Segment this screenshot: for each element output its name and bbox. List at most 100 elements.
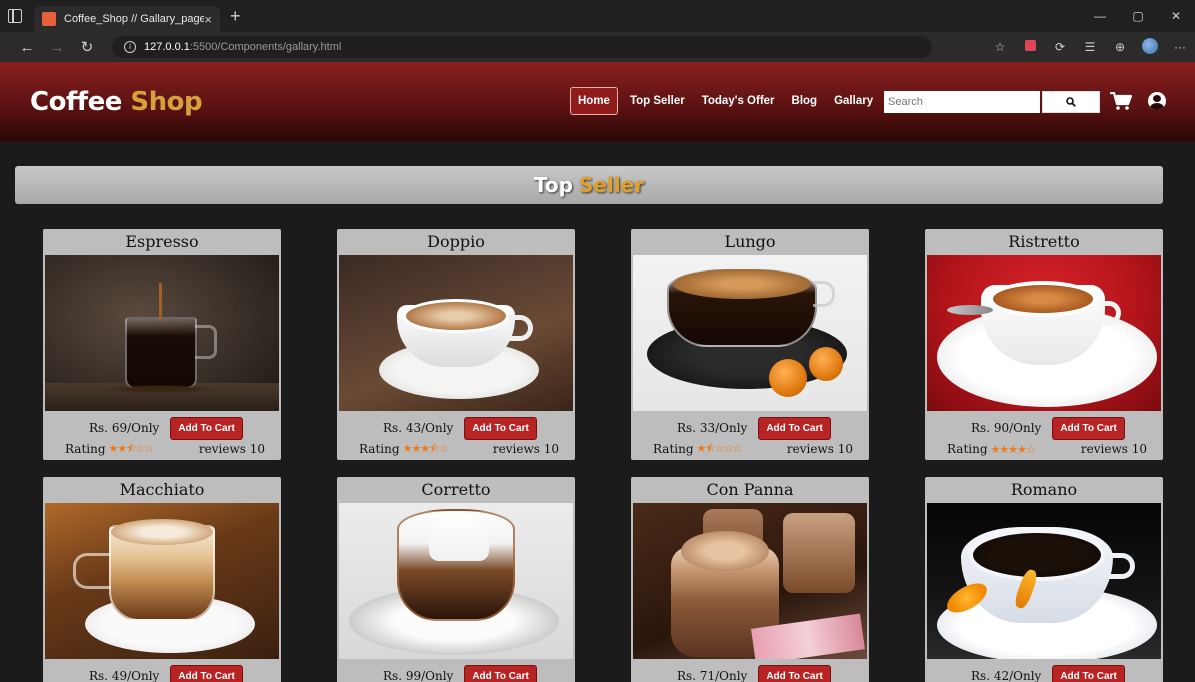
url-path: :5500/Components/gallary.html [189, 41, 342, 53]
collections-icon[interactable]: ⊕ [1105, 40, 1135, 54]
product-name: Espresso [125, 232, 199, 251]
close-window-icon[interactable]: ✕ [1157, 9, 1195, 23]
rating-label: Rating [65, 442, 106, 456]
tab-close-icon[interactable]: × [204, 12, 212, 27]
reviews-count: reviews 10 [786, 442, 853, 456]
add-to-cart-button[interactable]: Add To Cart [170, 416, 243, 440]
toolbar-icons: ☆ ⟳ ☰ ⊕ ··· [985, 37, 1195, 57]
address-bar-row: ← → ↻ i 127.0.0.1:5500/Components/gallar… [0, 32, 1195, 62]
main-nav: Home Top Seller Today's Offer Blog Galla… [570, 87, 890, 115]
logo-accent-text: Shop [130, 86, 203, 117]
price-row: Rs. 43/Only Add To Cart [337, 416, 575, 440]
product-name: Macchiato [119, 480, 205, 499]
add-to-cart-button[interactable]: Add To Cart [170, 664, 243, 682]
product-price: Rs. 99/Only [383, 669, 454, 682]
rating-row: Rating ★★★⯪☆ reviews 10 [337, 441, 575, 457]
logo-main-text: Coffee [30, 86, 122, 117]
more-menu-icon[interactable]: ··· [1165, 40, 1195, 54]
add-to-cart-button[interactable]: Add To Cart [1052, 664, 1125, 682]
nav-todays-offer[interactable]: Today's Offer [702, 95, 775, 107]
new-tab-icon[interactable]: + [230, 6, 241, 27]
profile-globe-icon[interactable] [1135, 37, 1165, 57]
product-name: Romano [1010, 480, 1078, 499]
doppio-image [339, 255, 573, 411]
add-to-cart-button[interactable]: Add To Cart [464, 664, 537, 682]
restore-icon[interactable]: ▢ [1119, 9, 1157, 23]
ristretto-image [927, 255, 1161, 411]
favorite-star-icon[interactable]: ☆ [985, 40, 1015, 54]
window-controls: — ▢ ✕ [1081, 0, 1195, 32]
nav-gallary[interactable]: Gallary [834, 95, 873, 107]
gallery-content: Top Seller Espresso Rs. 69/Only Add To C… [0, 142, 1195, 682]
rating-row: Rating ★⯪☆☆☆ reviews 10 [631, 441, 869, 457]
extensions-icon[interactable]: ⟳ [1045, 40, 1075, 54]
product-price: Rs. 69/Only [89, 421, 160, 435]
search-input[interactable] [884, 91, 1040, 113]
product-price: Rs. 43/Only [383, 421, 454, 435]
product-card-lungo: Lungo Rs. 33/Only Add To Cart Rating ★⯪☆… [631, 229, 869, 460]
product-name: Lungo [724, 232, 776, 251]
url-host: 127.0.0.1 [144, 41, 190, 53]
cart-icon[interactable] [1110, 92, 1132, 110]
section-heading: Top Seller [15, 166, 1163, 204]
add-to-cart-button[interactable]: Add To Cart [464, 416, 537, 440]
url-field[interactable]: i 127.0.0.1:5500/Components/gallary.html [112, 36, 932, 58]
rating-row: Rating ★★⯪☆☆ reviews 10 [43, 441, 281, 457]
forward-icon[interactable]: → [42, 39, 72, 56]
nav-top-seller[interactable]: Top Seller [630, 95, 685, 107]
rating-stars-icon: ★★★★☆ [990, 442, 1036, 456]
lungo-image [633, 255, 867, 411]
minimize-icon[interactable]: — [1081, 9, 1119, 23]
price-row: Rs. 99/Only Add To Cart [337, 664, 575, 682]
product-price: Rs. 42/Only [971, 669, 1042, 682]
product-card-romano: Romano Rs. 42/Only Add To Cart [925, 477, 1163, 682]
pocket-extension-icon[interactable] [1015, 40, 1045, 54]
back-icon[interactable]: ← [12, 39, 42, 56]
add-to-cart-button[interactable]: Add To Cart [758, 416, 831, 440]
tab-actions-icon[interactable] [8, 9, 22, 23]
site-info-icon[interactable]: i [124, 41, 136, 53]
rating-stars-icon: ★⯪☆☆☆ [696, 441, 743, 455]
tab-title: Coffee_Shop // Gallary_page [64, 13, 205, 25]
refresh-icon[interactable]: ↻ [72, 38, 102, 56]
price-row: Rs. 69/Only Add To Cart [43, 416, 281, 440]
product-card-ristretto: Ristretto Rs. 90/Only Add To Cart Rating… [925, 229, 1163, 460]
product-name: Ristretto [1008, 232, 1080, 251]
nav-blog[interactable]: Blog [792, 95, 818, 107]
con-panna-image [633, 503, 867, 659]
reviews-count: reviews 10 [1080, 442, 1147, 456]
reviews-count: reviews 10 [198, 442, 265, 456]
price-row: Rs. 49/Only Add To Cart [43, 664, 281, 682]
product-card-doppio: Doppio Rs. 43/Only Add To Cart Rating ★★… [337, 229, 575, 460]
product-grid: Espresso Rs. 69/Only Add To Cart Rating … [43, 229, 1163, 682]
macchiato-image [45, 503, 279, 659]
nav-home[interactable]: Home [570, 87, 618, 115]
product-name: Con Panna [706, 480, 794, 499]
espresso-image [45, 255, 279, 411]
rating-label: Rating [653, 442, 694, 456]
browser-tab[interactable]: Coffee_Shop // Gallary_page × [34, 6, 220, 32]
price-row: Rs. 42/Only Add To Cart [925, 664, 1163, 682]
romano-image [927, 503, 1161, 659]
search-form [884, 91, 1100, 113]
rating-label: Rating [947, 442, 988, 456]
rating-label: Rating [359, 442, 400, 456]
search-button[interactable] [1042, 91, 1100, 113]
product-price: Rs. 49/Only [89, 669, 160, 682]
product-card-corretto: Corretto Rs. 99/Only Add To Cart [337, 477, 575, 682]
price-row: Rs. 90/Only Add To Cart [925, 416, 1163, 440]
rating-stars-icon: ★★★⯪☆ [402, 441, 449, 455]
section-title-main: Top [533, 173, 573, 197]
user-account-icon[interactable] [1148, 92, 1166, 110]
add-to-cart-button[interactable]: Add To Cart [758, 664, 831, 682]
add-to-cart-button[interactable]: Add To Cart [1052, 416, 1125, 440]
section-title-accent: Seller [578, 173, 645, 197]
price-row: Rs. 33/Only Add To Cart [631, 416, 869, 440]
product-price: Rs. 33/Only [677, 421, 748, 435]
rating-row: Rating ★★★★☆ reviews 10 [925, 441, 1163, 457]
product-card-espresso: Espresso Rs. 69/Only Add To Cart Rating … [43, 229, 281, 460]
site-logo[interactable]: Coffee Shop [30, 86, 203, 117]
price-row: Rs. 71/Only Add To Cart [631, 664, 869, 682]
product-name: Doppio [427, 232, 485, 251]
favorites-icon[interactable]: ☰ [1075, 40, 1105, 54]
